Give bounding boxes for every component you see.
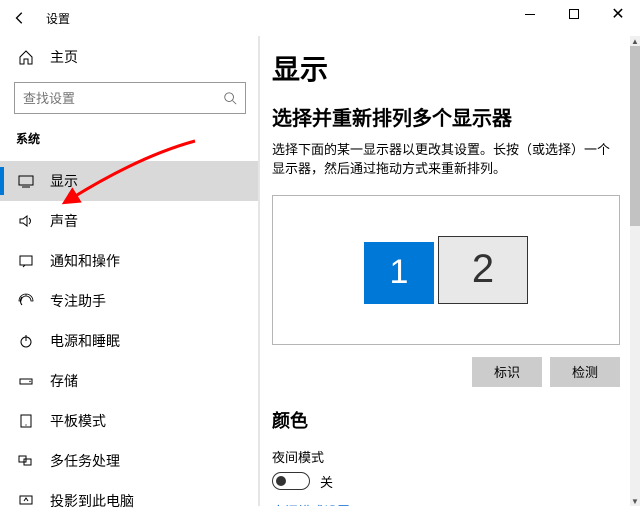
night-light-state: 关: [320, 472, 333, 491]
focus-icon: [18, 293, 34, 309]
project-icon: [18, 493, 34, 509]
sound-icon: [18, 213, 34, 229]
scroll-down-arrow[interactable]: ▼: [630, 496, 640, 506]
sidebar-item-label: 存储: [50, 371, 78, 391]
page-title: 显示: [272, 48, 620, 88]
sidebar-item-label: 电源和睡眠: [50, 331, 120, 351]
maximize-button[interactable]: [552, 0, 596, 28]
storage-icon: [18, 373, 34, 389]
section-arrange-title: 选择并重新排列多个显示器: [272, 102, 620, 131]
main-content: 显示 选择并重新排列多个显示器 选择下面的某一显示器以更改其设置。长按（或选择）…: [260, 36, 640, 506]
sidebar-item-label: 专注助手: [50, 291, 106, 311]
scroll-up-arrow[interactable]: ▲: [630, 36, 640, 46]
home-icon: [18, 49, 34, 65]
identify-button[interactable]: 标识: [472, 357, 542, 387]
search-icon: [223, 91, 237, 105]
sidebar-item-label: 显示: [50, 171, 78, 191]
sidebar-item-focus[interactable]: 专注助手: [0, 281, 260, 321]
sidebar-item-label: 通知和操作: [50, 251, 120, 271]
sidebar-item-display[interactable]: 显示: [0, 161, 260, 201]
color-section-title: 颜色: [272, 407, 620, 433]
sidebar-item-notifications[interactable]: 通知和操作: [0, 241, 260, 281]
search-input[interactable]: [23, 91, 193, 106]
sidebar-item-power[interactable]: 电源和睡眠: [0, 321, 260, 361]
scroll-thumb[interactable]: [630, 46, 640, 226]
monitor-2[interactable]: 2: [438, 236, 528, 304]
sidebar-item-storage[interactable]: 存储: [0, 361, 260, 401]
night-light-label: 夜间模式: [272, 447, 620, 466]
sidebar-item-label: 多任务处理: [50, 451, 120, 471]
power-icon: [18, 333, 34, 349]
title-bar: 设置 ✕: [0, 0, 640, 36]
night-light-settings-link[interactable]: 夜间模式设置: [272, 501, 350, 506]
sidebar-home[interactable]: 主页: [0, 38, 260, 76]
close-button[interactable]: ✕: [596, 0, 640, 28]
night-light-toggle[interactable]: [272, 472, 310, 490]
sidebar-item-sound[interactable]: 声音: [0, 201, 260, 241]
minimize-button[interactable]: [508, 0, 552, 28]
sidebar-item-label: 声音: [50, 211, 78, 231]
section-arrange-desc: 选择下面的某一显示器以更改其设置。长按（或选择）一个显示器，然后通过拖动方式来重…: [272, 141, 620, 179]
display-icon: [18, 173, 34, 189]
sidebar-nav: 显示 声音 通知和操作 专注助手 电源和睡眠 存储: [0, 161, 260, 521]
sidebar: 主页 系统 显示 声音 通知和操作 专注助手: [0, 36, 260, 506]
detect-button[interactable]: 检测: [550, 357, 620, 387]
sidebar-item-tablet[interactable]: 平板模式: [0, 401, 260, 441]
tablet-icon: [18, 413, 34, 429]
sidebar-item-label: 投影到此电脑: [50, 491, 134, 511]
sidebar-section-title: 系统: [0, 122, 260, 155]
sidebar-item-multitask[interactable]: 多任务处理: [0, 441, 260, 481]
monitor-1[interactable]: 1: [364, 242, 434, 304]
window-title: 设置: [46, 10, 70, 27]
multitask-icon: [18, 453, 34, 469]
monitor-arrange-box[interactable]: 1 2: [272, 195, 620, 345]
search-box[interactable]: [14, 82, 246, 114]
main-scrollbar[interactable]: ▲ ▼: [630, 36, 640, 506]
notifications-icon: [18, 253, 34, 269]
window-controls: ✕: [508, 0, 640, 28]
back-button[interactable]: [0, 0, 40, 36]
sidebar-item-label: 平板模式: [50, 411, 106, 431]
sidebar-home-label: 主页: [50, 47, 78, 67]
back-arrow-icon: [13, 11, 27, 25]
sidebar-item-project[interactable]: 投影到此电脑: [0, 481, 260, 521]
